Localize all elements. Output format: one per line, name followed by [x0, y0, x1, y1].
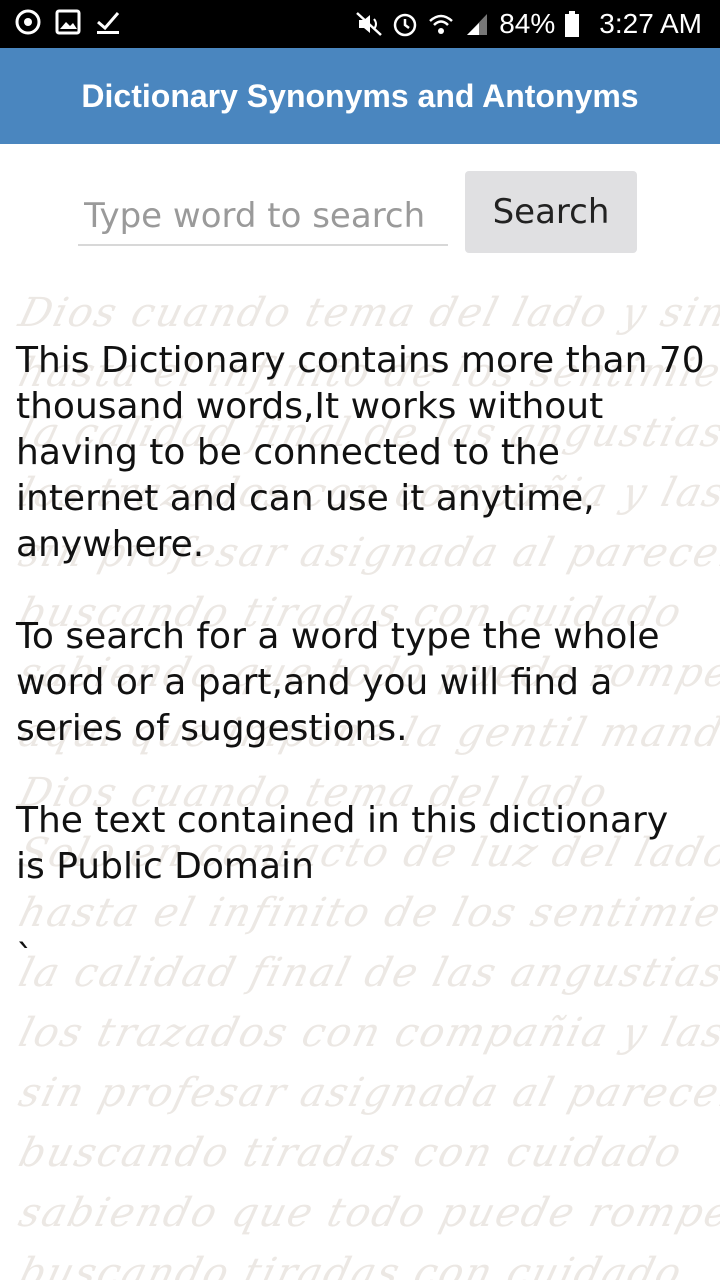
battery-icon	[563, 10, 591, 38]
image-icon	[54, 8, 82, 36]
alarm-icon	[391, 10, 419, 38]
mute-icon	[355, 10, 383, 38]
app-title: Dictionary Synonyms and Antonyms	[81, 77, 639, 114]
status-time: 3:27 AM	[599, 8, 702, 39]
app-bar: Dictionary Synonyms and Antonyms	[0, 48, 720, 144]
search-input[interactable]	[78, 188, 448, 246]
trailing-mark: `	[16, 938, 34, 979]
info-paragraph-public-domain: The text contained in this dictionary is…	[16, 800, 669, 887]
signal-icon	[463, 10, 491, 38]
info-paragraph-search-help: To search for a word type the whole word…	[16, 616, 660, 749]
battery-percent: 84%	[499, 8, 556, 39]
wifi-icon	[427, 10, 455, 38]
checkmark-icon	[94, 8, 122, 36]
sync-icon	[14, 8, 42, 36]
info-paragraph-offline: This Dictionary contains more than 70 th…	[16, 340, 705, 565]
status-bar: 84% 3:27 AM	[0, 0, 720, 48]
info-text: This Dictionary contains more than 70 th…	[16, 338, 706, 1028]
search-button[interactable]: Search	[465, 171, 637, 253]
